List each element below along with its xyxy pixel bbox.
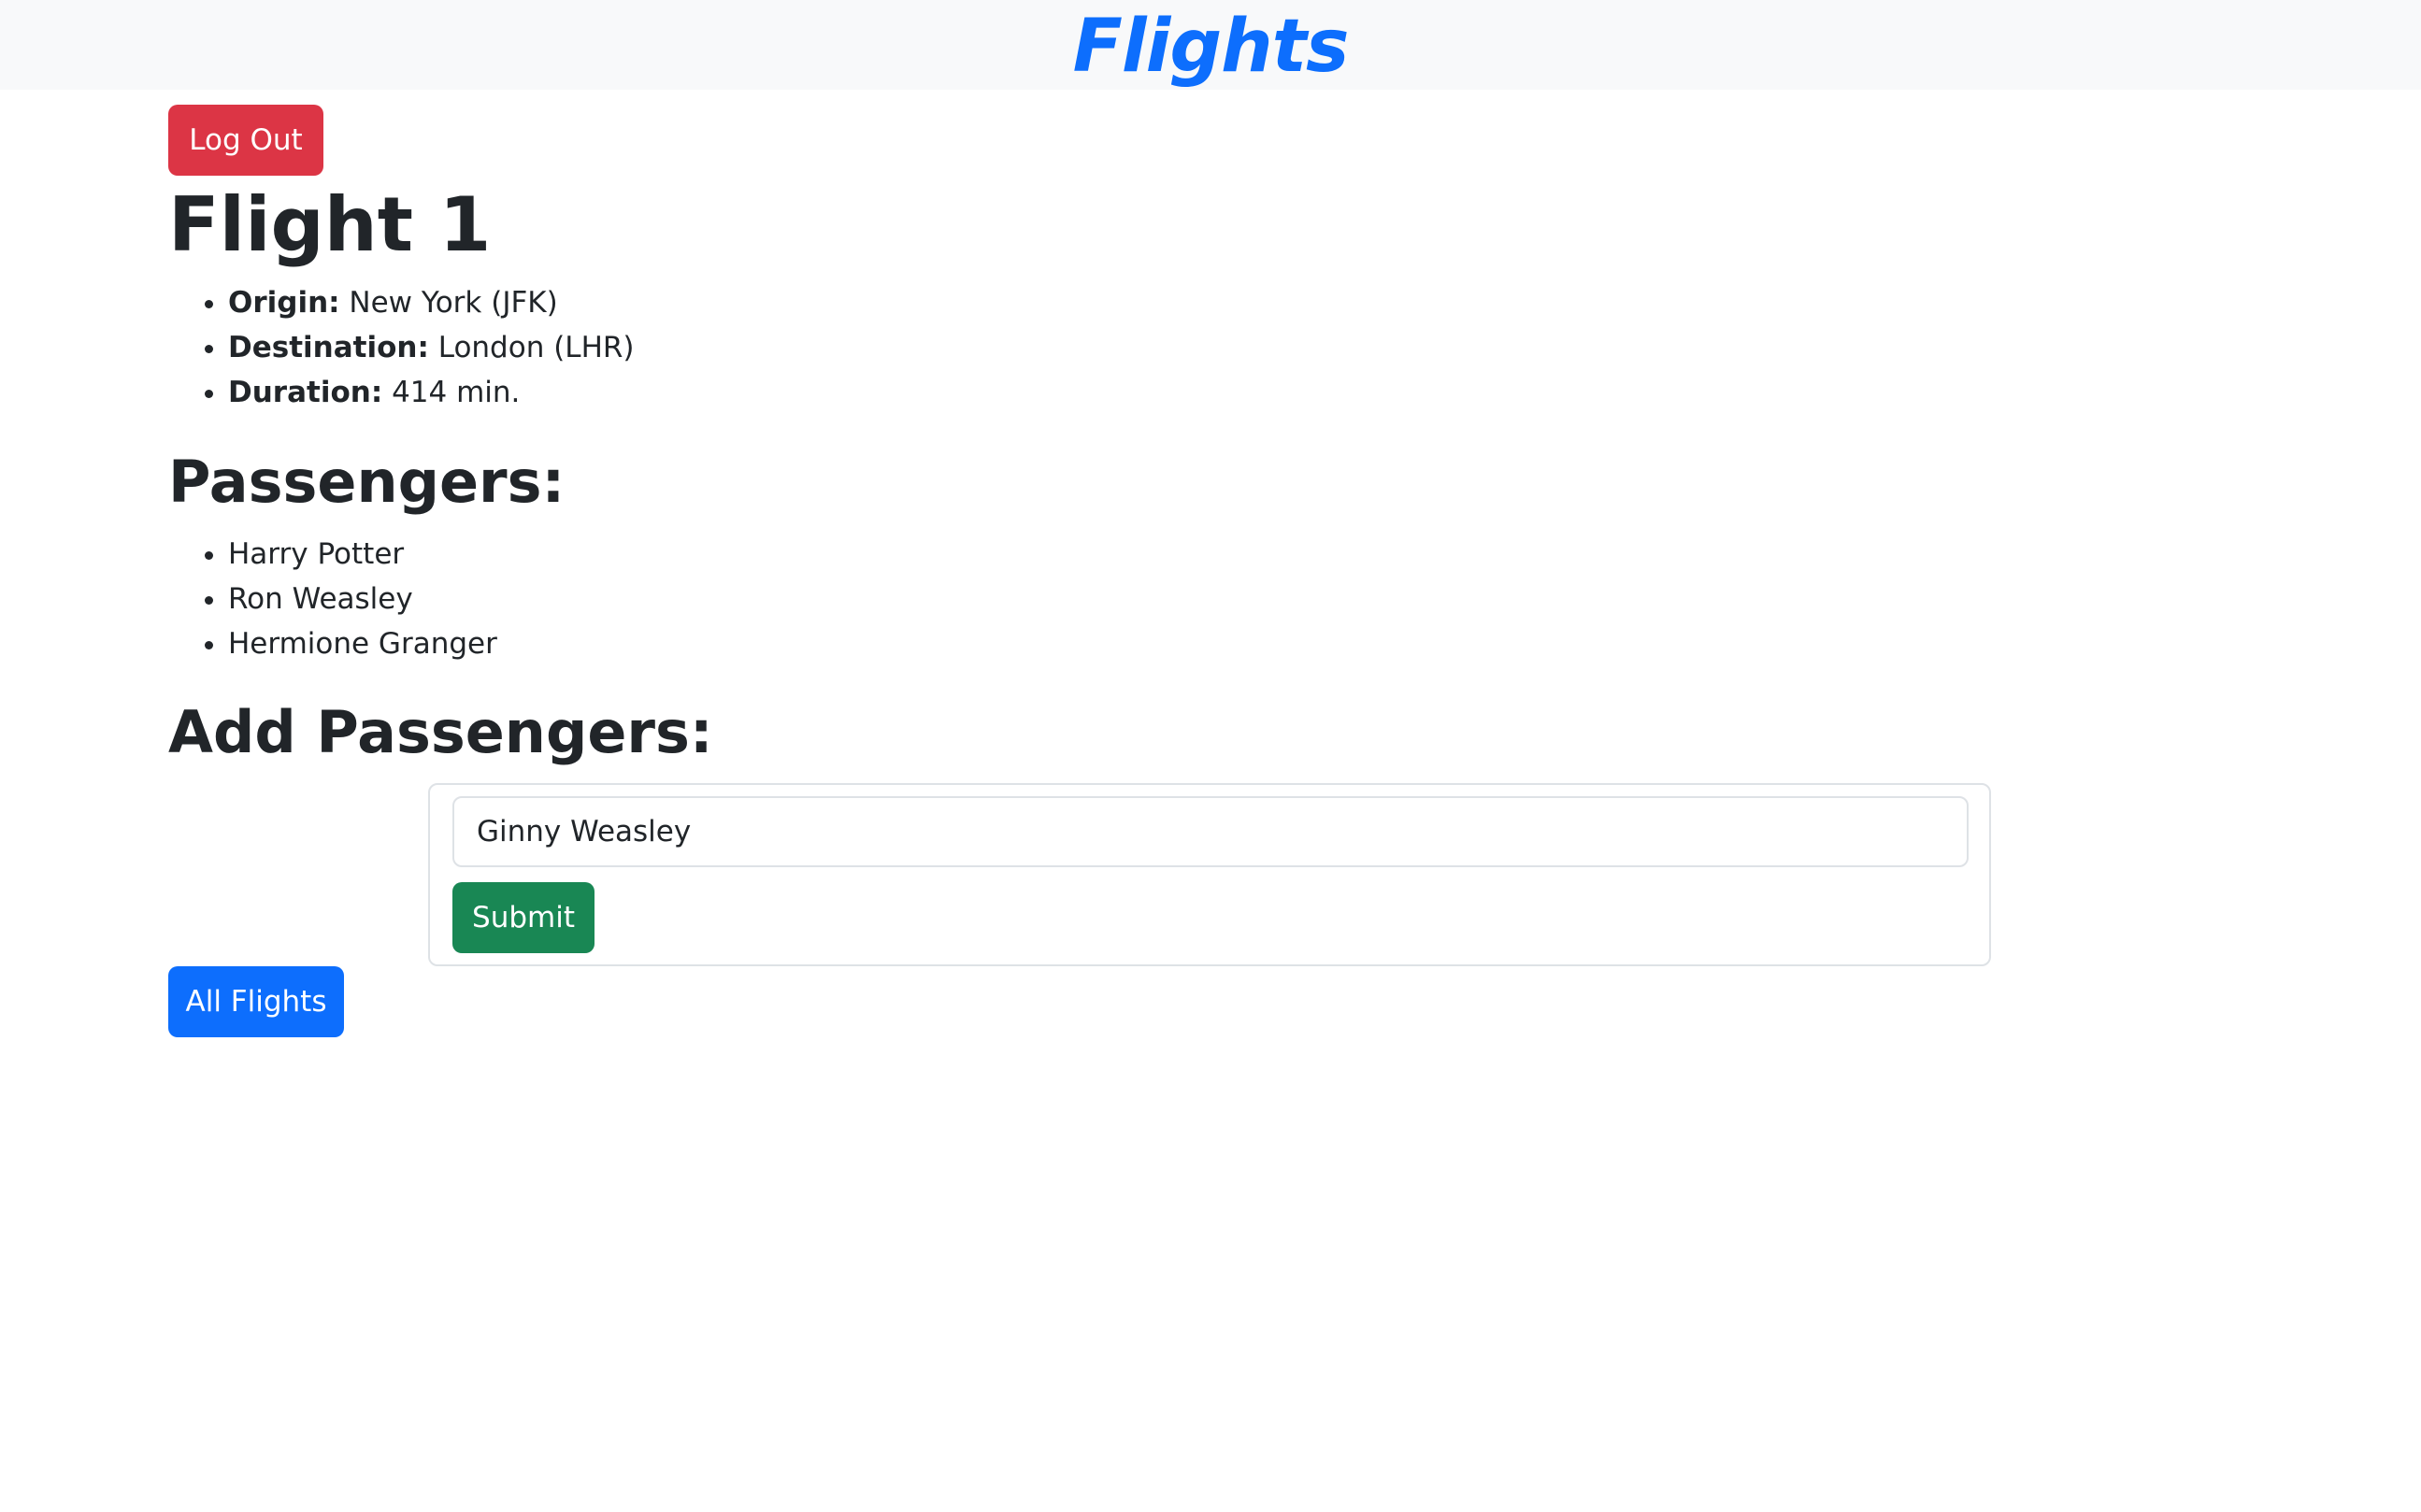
detail-origin: Origin: New York (JFK) — [228, 280, 635, 325]
passenger-name-input[interactable] — [452, 796, 1969, 867]
detail-destination-value: London (LHR) — [428, 331, 635, 364]
list-item: Hermione Granger — [228, 621, 497, 666]
list-item: Ron Weasley — [228, 577, 497, 621]
logout-button[interactable]: Log Out — [168, 105, 323, 176]
passengers-heading: Passengers: — [168, 448, 566, 516]
detail-origin-label: Origin: — [228, 286, 340, 320]
detail-duration-label: Duration: — [228, 376, 383, 409]
detail-duration-value: 414 min. — [382, 376, 521, 409]
detail-destination-label: Destination: — [228, 331, 429, 364]
detail-duration: Duration: 414 min. — [228, 370, 635, 415]
list-item: Harry Potter — [228, 532, 497, 577]
detail-destination: Destination: London (LHR) — [228, 325, 635, 370]
brand-title[interactable]: Flights — [1073, 6, 1350, 88]
submit-button[interactable]: Submit — [452, 882, 595, 953]
flight-details-list: Origin: New York (JFK) Destination: Lond… — [168, 280, 635, 415]
navbar: Flights — [0, 0, 2421, 90]
add-passengers-heading: Add Passengers: — [168, 698, 713, 766]
all-flights-button[interactable]: All Flights — [168, 966, 344, 1037]
passenger-list: Harry Potter Ron Weasley Hermione Grange… — [168, 532, 497, 666]
detail-origin-value: New York (JFK) — [339, 286, 558, 320]
page-title: Flight 1 — [168, 181, 492, 268]
